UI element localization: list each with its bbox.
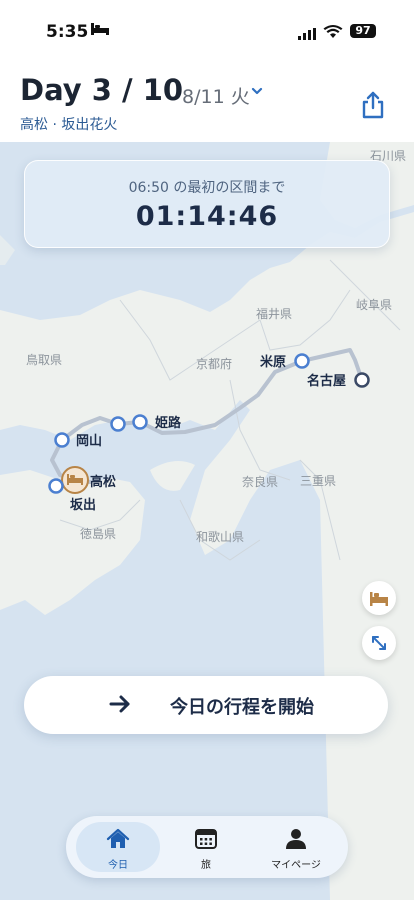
fit-route-button[interactable] xyxy=(362,626,396,660)
start-itinerary-label: 今日の行程を開始 xyxy=(170,697,314,718)
bed-icon xyxy=(370,592,388,606)
status-bar: 5:35 97 xyxy=(0,0,414,60)
station-label-sakaide: 坂出 xyxy=(70,497,96,513)
station-label-maibara: 米原 xyxy=(260,354,286,370)
region-label-nara: 奈良県 xyxy=(242,474,278,489)
tab-mypage-label: マイページ xyxy=(271,860,321,871)
region-label-gifu: 岐阜県 xyxy=(356,298,392,312)
tab-today-label: 今日 xyxy=(108,860,128,871)
countdown-timer: 01:14:46 xyxy=(135,201,279,232)
route-map[interactable]: 福井県 岐阜県 鳥取県 京都府 奈良県 三重県 徳島県 和歌山県 石川県 名古屋… xyxy=(0,142,414,900)
calendar-icon xyxy=(195,829,217,849)
arrow-right-icon xyxy=(109,695,130,713)
station-okayama[interactable]: 岡山 xyxy=(54,432,103,449)
start-itinerary-button[interactable]: 今日の行程を開始 xyxy=(24,676,388,734)
tab-mypage[interactable]: マイページ xyxy=(254,822,338,872)
header: Day 3 / 10 8/11 火 高松 · 坂出花火 xyxy=(0,60,414,142)
signal-icon xyxy=(298,25,318,44)
station-nagoya[interactable]: 名古屋 xyxy=(307,372,370,389)
station-label-himeji: 姫路 xyxy=(155,415,182,431)
share-icon[interactable] xyxy=(360,90,386,120)
tab-trip-label: 旅 xyxy=(201,860,211,871)
person-icon xyxy=(286,829,306,849)
region-label-kyoto: 京都府 xyxy=(196,356,232,371)
station-label-nagoya: 名古屋 xyxy=(307,373,346,389)
station-label-okayama: 岡山 xyxy=(76,433,102,449)
station-label-takamatsu: 高松 xyxy=(90,474,116,490)
region-label-wakayama: 和歌山県 xyxy=(196,529,244,544)
tab-trip[interactable]: 旅 xyxy=(164,822,248,872)
sleep-focus-icon xyxy=(90,22,110,40)
hotel-focus-button[interactable] xyxy=(362,581,396,615)
status-time: 5:35 xyxy=(46,22,89,42)
tab-today[interactable]: 今日 xyxy=(76,822,160,872)
chevron-down-icon[interactable] xyxy=(250,84,264,98)
day-title: Day 3 / 10 xyxy=(20,73,184,107)
expand-icon xyxy=(372,636,386,650)
date-selector[interactable]: 8/11 火 xyxy=(182,82,250,109)
region-label-tottori: 鳥取県 xyxy=(26,352,62,367)
station-maibara[interactable]: 米原 xyxy=(260,353,310,370)
battery-level: 97 xyxy=(350,24,376,38)
countdown-label: 06:50 の最初の区間まで xyxy=(128,180,286,196)
day-subtitle: 高松 · 坂出花火 xyxy=(20,117,118,133)
region-label-fukui: 福井県 xyxy=(256,306,292,321)
tab-bar: 今日 旅 マイページ xyxy=(66,816,348,878)
wifi-icon xyxy=(323,24,343,43)
countdown-card: 06:50 の最初の区間まで 01:14:46 xyxy=(24,160,390,248)
region-label-tokushima: 徳島県 xyxy=(80,526,116,541)
home-icon xyxy=(106,828,130,848)
screen: 5:35 97 Day 3 / 10 8/11 火 高松 · 坂出花火 福井県 … xyxy=(0,0,414,900)
region-label-mie: 三重県 xyxy=(300,474,336,488)
